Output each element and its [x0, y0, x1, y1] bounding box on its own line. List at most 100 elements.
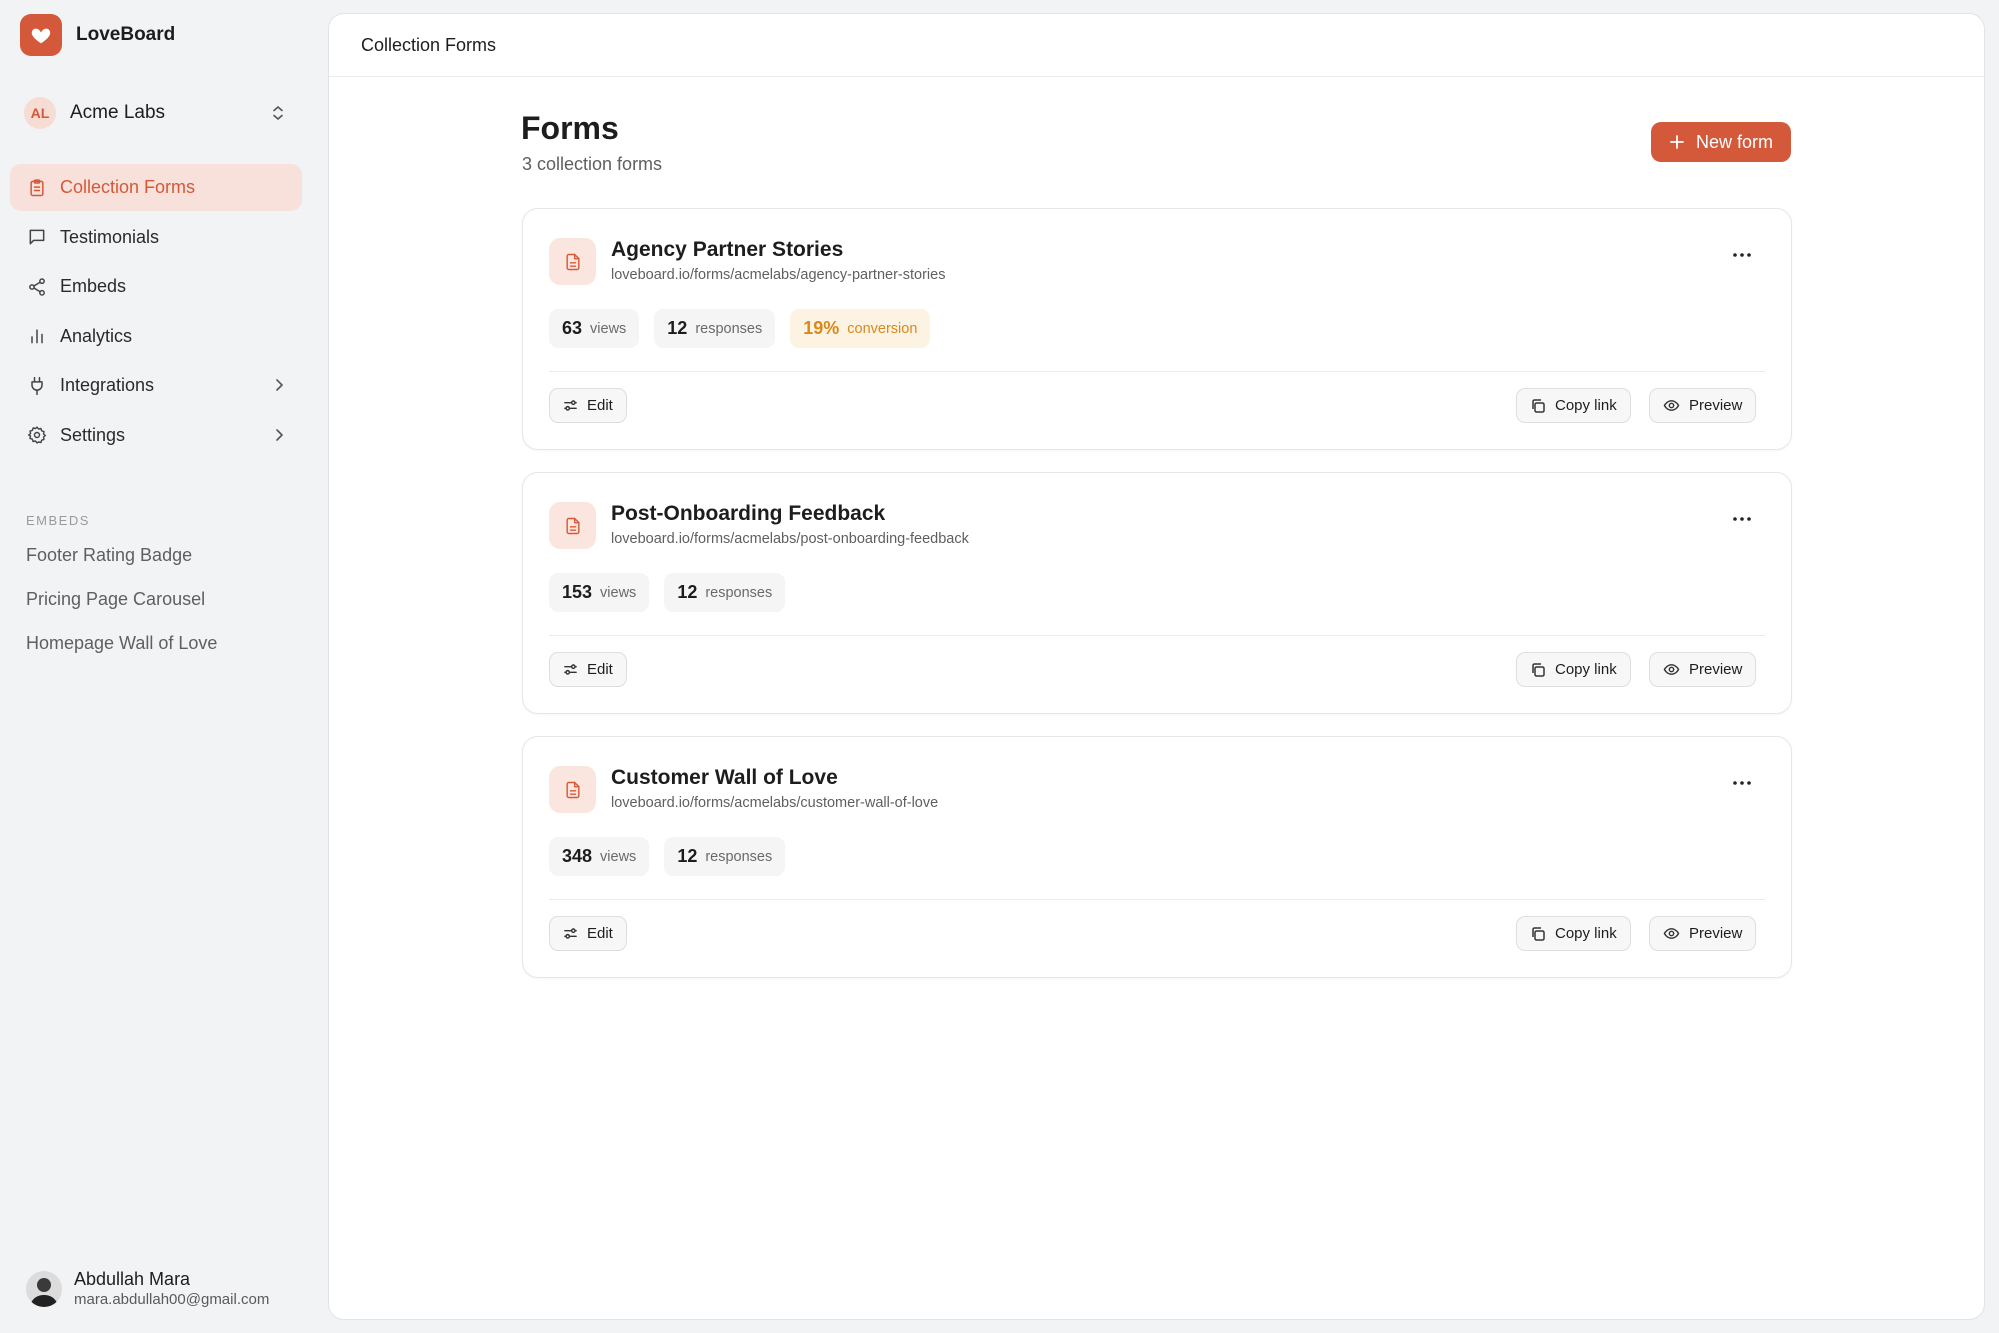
stat-value: 12 [677, 846, 698, 866]
stat-views: 153 views [549, 573, 650, 612]
workspace-avatar: AL [24, 97, 56, 129]
sidebar-item-testimonials[interactable]: Testimonials [10, 214, 302, 261]
share-icon [26, 276, 48, 298]
chevrons-up-down-icon [270, 104, 286, 122]
eye-icon [1663, 397, 1680, 414]
eye-icon [1663, 661, 1680, 678]
copy-link-button[interactable]: Copy link [1516, 916, 1631, 951]
form-stats: 153 views 12 responses [549, 573, 800, 612]
copy-link-button[interactable]: Copy link [1516, 652, 1631, 687]
chevron-right-icon [274, 378, 284, 392]
preview-label: Preview [1689, 397, 1743, 414]
form-url: loveboard.io/forms/acmelabs/agency-partn… [611, 267, 946, 283]
copy-link-button[interactable]: Copy link [1516, 388, 1631, 423]
sidebar-item-settings[interactable]: Settings [10, 412, 302, 459]
form-card: Customer Wall of Love loveboard.io/forms… [522, 736, 1792, 978]
avatar [26, 1271, 62, 1307]
edit-label: Edit [587, 661, 613, 678]
new-form-label: New form [1695, 131, 1773, 152]
preview-button[interactable]: Preview [1649, 916, 1757, 951]
sidebar-nav: Collection Forms Testimonials Embeds Ana… [10, 164, 302, 461]
preview-label: Preview [1689, 925, 1743, 942]
embed-link-homepage-wall-of-love[interactable]: Homepage Wall of Love [26, 633, 217, 654]
divider [549, 635, 1765, 636]
preview-label: Preview [1689, 661, 1743, 678]
plug-icon [26, 375, 48, 397]
form-title[interactable]: Post-Onboarding Feedback [611, 502, 885, 526]
document-icon [549, 766, 596, 813]
stat-views: 63 views [549, 309, 640, 348]
sidebar-item-label: Embeds [60, 276, 127, 296]
user-email: mara.abdullah00@gmail.com [74, 1291, 270, 1308]
form-title[interactable]: Customer Wall of Love [611, 766, 838, 790]
stat-views: 348 views [549, 837, 650, 876]
stat-label: conversion [847, 320, 918, 337]
document-icon [549, 238, 596, 285]
stat-label: responses [705, 848, 773, 865]
sidebar: LoveBoard AL Acme Labs Collection Forms … [0, 0, 320, 1333]
clipboard-icon [26, 177, 48, 199]
more-options-button[interactable] [1727, 245, 1757, 265]
stat-responses: 12 responses [664, 837, 786, 876]
sliders-icon [563, 398, 578, 413]
form-stats: 63 views 12 responses 19% conversion [549, 309, 945, 348]
edit-button[interactable]: Edit [549, 388, 627, 423]
message-square-icon [26, 226, 48, 248]
stat-label: views [590, 320, 627, 337]
embed-link-footer-rating-badge[interactable]: Footer Rating Badge [26, 545, 192, 566]
main-panel: Collection Forms Forms 3 collection form… [328, 13, 1985, 1320]
preview-button[interactable]: Preview [1649, 388, 1757, 423]
copy-link-label: Copy link [1555, 397, 1617, 414]
stat-value: 153 [562, 582, 593, 602]
sidebar-item-embeds[interactable]: Embeds [10, 263, 302, 310]
user-profile[interactable]: Abdullah Mara mara.abdullah00@gmail.com [26, 1268, 269, 1310]
workspace-name: Acme Labs [70, 102, 166, 123]
embed-link-pricing-page-carousel[interactable]: Pricing Page Carousel [26, 589, 205, 610]
brand[interactable]: LoveBoard [20, 14, 175, 56]
sidebar-item-integrations[interactable]: Integrations [10, 362, 302, 409]
more-options-button[interactable] [1727, 773, 1757, 793]
bar-chart-icon [26, 325, 48, 347]
new-form-button[interactable]: New form [1651, 122, 1791, 162]
sliders-icon [563, 662, 578, 677]
stat-conversion: 19% conversion [790, 309, 931, 348]
user-name: Abdullah Mara [74, 1269, 191, 1289]
form-stats: 348 views 12 responses [549, 837, 800, 876]
more-options-button[interactable] [1727, 509, 1757, 529]
sliders-icon [563, 926, 578, 941]
breadcrumb: Collection Forms [361, 34, 497, 55]
stat-responses: 12 responses [664, 573, 786, 612]
form-title[interactable]: Agency Partner Stories [611, 238, 843, 262]
heart-logo-icon [20, 14, 62, 56]
ellipsis-icon [1733, 253, 1751, 257]
sidebar-item-label: Analytics [60, 325, 133, 346]
topbar: Collection Forms [329, 14, 1984, 77]
sidebar-item-label: Integrations [60, 375, 155, 395]
edit-button[interactable]: Edit [549, 916, 627, 951]
divider [549, 371, 1765, 372]
sidebar-item-analytics[interactable]: Analytics [10, 313, 302, 360]
plus-icon [1669, 134, 1685, 150]
sidebar-item-label: Testimonials [60, 226, 160, 247]
form-card: Agency Partner Stories loveboard.io/form… [522, 208, 1792, 450]
brand-name: LoveBoard [76, 24, 176, 45]
preview-button[interactable]: Preview [1649, 652, 1757, 687]
stat-value: 348 [562, 846, 593, 866]
eye-icon [1663, 925, 1680, 942]
sidebar-item-label: Collection Forms [60, 177, 196, 197]
edit-label: Edit [587, 925, 613, 942]
ellipsis-icon [1733, 517, 1751, 521]
copy-link-label: Copy link [1555, 661, 1617, 678]
workspace-switcher[interactable]: AL Acme Labs [24, 96, 286, 130]
divider [549, 899, 1765, 900]
copy-icon [1530, 662, 1546, 678]
form-card: Post-Onboarding Feedback loveboard.io/fo… [522, 472, 1792, 714]
sidebar-item-label: Settings [60, 424, 126, 445]
copy-icon [1530, 926, 1546, 942]
form-url: loveboard.io/forms/acmelabs/post-onboard… [611, 531, 969, 547]
sidebar-item-collection-forms[interactable]: Collection Forms [10, 164, 302, 211]
edit-button[interactable]: Edit [549, 652, 627, 687]
stat-value: 19% [803, 318, 840, 338]
page-subtitle: 3 collection forms [522, 154, 663, 174]
page-title: Forms [521, 110, 619, 146]
